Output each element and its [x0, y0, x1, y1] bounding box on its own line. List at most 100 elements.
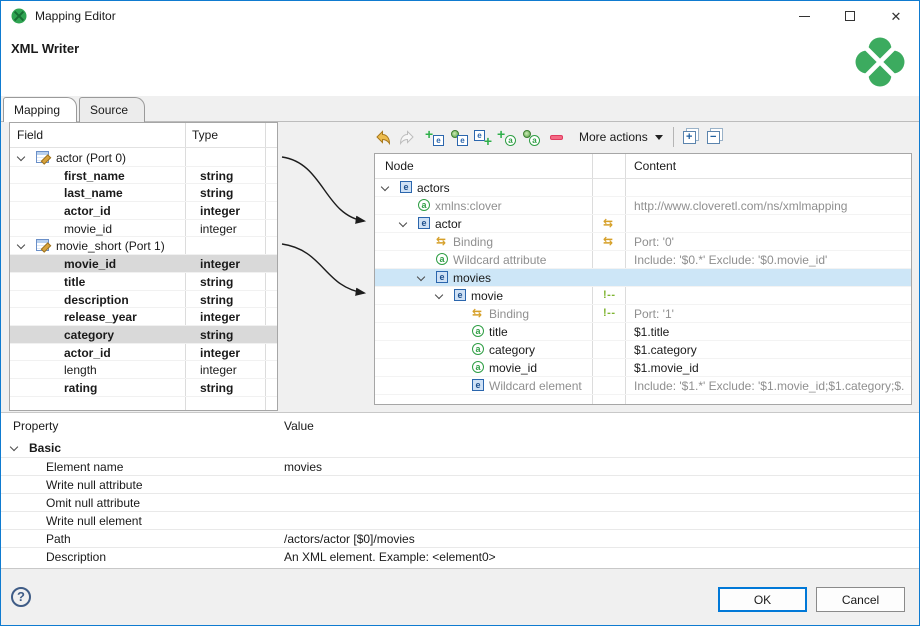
field-type: string	[200, 328, 233, 342]
window-title: Mapping Editor	[35, 9, 116, 23]
maximize-icon	[845, 11, 855, 21]
property-panel: Property Value Basic Element namemoviesW…	[1, 412, 919, 569]
property-value: movies	[284, 460, 322, 474]
add-wildcard-attribute-button[interactable]: a	[522, 126, 540, 148]
tree-row[interactable]: atitle$1.title	[375, 323, 911, 341]
element-icon: e	[400, 181, 412, 193]
close-button[interactable]: ✕	[873, 1, 919, 31]
chevron-down-icon[interactable]	[17, 241, 25, 249]
title-bar: Mapping Editor ✕	[1, 1, 919, 31]
collapse-all-button[interactable]: −	[707, 126, 720, 148]
maximize-button[interactable]	[827, 1, 873, 31]
chevron-down-icon[interactable]	[435, 291, 443, 299]
field-name: first_name	[64, 169, 125, 183]
node-label: actors	[417, 181, 450, 195]
binding-status-icon: ⇆	[603, 216, 613, 230]
port-label: actor (Port 0)	[56, 151, 126, 165]
element-icon: e	[454, 289, 466, 301]
help-button[interactable]: ?	[11, 587, 31, 607]
undo-button[interactable]	[374, 126, 392, 148]
field-row[interactable]: categorystring	[10, 326, 277, 344]
node-label: movie	[471, 289, 503, 303]
field-row[interactable]: actor_idinteger	[10, 202, 277, 220]
tree-row[interactable]: eWildcard elementInclude: '$1.*' Exclude…	[375, 377, 911, 395]
port-row[interactable]: movie_short (Port 1)	[10, 237, 277, 255]
tree-row[interactable]: aWildcard attributeInclude: '$0.*' Exclu…	[375, 251, 911, 269]
insert-element-button[interactable]: e+	[474, 126, 492, 148]
element-icon: e	[418, 217, 430, 229]
tree-row[interactable]: axmlns:cloverhttp://www.cloveretl.com/ns…	[375, 197, 911, 215]
field-name: release_year	[64, 310, 137, 324]
field-type: integer	[200, 310, 240, 324]
field-name: length	[64, 363, 97, 377]
chevron-down-icon	[655, 135, 663, 140]
field-name: title	[64, 275, 85, 289]
tree-row[interactable]: amovie_id$1.movie_id	[375, 359, 911, 377]
field-row[interactable]: movie_idinteger	[10, 255, 277, 273]
field-row[interactable]: title string	[10, 273, 277, 291]
tree-row[interactable]: acategory$1.category	[375, 341, 911, 359]
close-icon: ✕	[891, 10, 902, 23]
property-row[interactable]: Omit null attribute	[1, 493, 919, 511]
property-row[interactable]: Element namemovies	[1, 457, 919, 475]
attribute-icon: a	[418, 199, 430, 211]
field-row[interactable]: ratingstring	[10, 379, 277, 397]
expand-all-icon: +	[683, 131, 696, 144]
node-content: Port: '0'	[634, 235, 674, 249]
tree-row[interactable]: eactors	[375, 179, 911, 197]
field-row[interactable]: last_namestring	[10, 184, 277, 202]
chevron-down-icon[interactable]	[399, 219, 407, 227]
node-content: Include: '$1.*' Exclude: '$1.movie_id;$1…	[634, 379, 904, 393]
property-row[interactable]: Path/actors/actor [$0]/movies	[1, 529, 919, 547]
add-wildcard-attribute-icon: a	[522, 129, 540, 146]
attribute-icon: a	[472, 325, 484, 337]
field-row[interactable]: lengthinteger	[10, 361, 277, 379]
attribute-icon: a	[472, 343, 484, 355]
node-label: Binding	[453, 235, 493, 249]
tree-row[interactable]: eactor⇆	[375, 215, 911, 233]
property-row[interactable]: Write null attribute	[1, 475, 919, 493]
insert-element-icon: e+	[474, 129, 492, 146]
field-type: integer	[200, 257, 240, 271]
add-child-element-button[interactable]: +e	[426, 126, 444, 148]
field-row[interactable]: release_year integer	[10, 308, 277, 326]
add-attribute-button[interactable]: +a	[498, 126, 516, 148]
ok-button[interactable]: OK	[718, 587, 807, 612]
redo-button[interactable]	[398, 126, 416, 148]
property-row[interactable]: DescriptionAn XML element. Example: <ele…	[1, 547, 919, 565]
remove-button[interactable]	[550, 126, 563, 148]
port-row[interactable]: actor (Port 0)	[10, 149, 277, 167]
cancel-button[interactable]: Cancel	[816, 587, 905, 612]
key-status-icon: !--	[603, 306, 616, 320]
node-tree: Node Content eactorsaxmlns:cloverhttp://…	[374, 153, 912, 405]
add-child-element-icon: +e	[426, 129, 444, 146]
field-type: string	[200, 381, 233, 395]
field-row[interactable]: first_namestring	[10, 167, 277, 185]
chevron-down-icon[interactable]	[17, 153, 25, 161]
field-type: string	[200, 293, 233, 307]
tree-toolbar: +e e e+ +a a More actions + −	[374, 122, 914, 152]
field-row[interactable]: actor_idinteger	[10, 344, 277, 362]
more-actions-button[interactable]: More actions	[573, 127, 669, 147]
expand-all-button[interactable]: +	[683, 126, 696, 148]
field-row[interactable]: movie_idinteger	[10, 220, 277, 238]
chevron-down-icon[interactable]	[381, 183, 389, 191]
property-name: Description	[46, 550, 106, 564]
tree-row[interactable]: emovie!--	[375, 287, 911, 305]
add-wildcard-element-button[interactable]: e	[450, 126, 468, 148]
tab-mapping[interactable]: Mapping	[3, 97, 77, 122]
tree-row[interactable]: emovies	[375, 269, 911, 287]
node-content: $1.movie_id	[634, 361, 699, 375]
undo-icon	[374, 130, 392, 145]
tree-row[interactable]: ⇆Binding!--Port: '1'	[375, 305, 911, 323]
tree-row[interactable]: ⇆Binding⇆Port: '0'	[375, 233, 911, 251]
type-column-header: Type	[192, 128, 218, 142]
field-row[interactable]: descriptionstring	[10, 291, 277, 309]
property-group-basic[interactable]: Basic	[1, 439, 919, 457]
field-type: string	[200, 275, 233, 289]
tab-source[interactable]: Source	[79, 97, 145, 122]
mapping-editor-dialog: Mapping Editor ✕ XML Writer Mapping Sour…	[0, 0, 920, 626]
minimize-button[interactable]	[781, 1, 827, 31]
chevron-down-icon[interactable]	[417, 273, 425, 281]
property-row[interactable]: Write null element	[1, 511, 919, 529]
